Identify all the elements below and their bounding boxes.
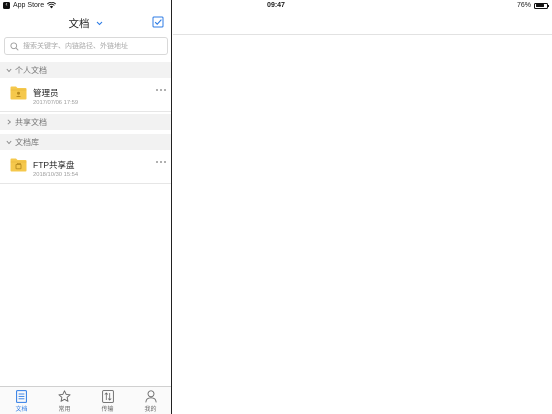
item-name: FTP共享盘 [33, 160, 75, 170]
tab-label: 文档 [15, 407, 28, 413]
section-shared-docs[interactable]: 共享文档 [0, 114, 171, 130]
document-icon [16, 390, 27, 403]
tab-label: 我的 [144, 407, 157, 413]
more-icon[interactable] [155, 86, 167, 94]
user-folder-icon [10, 86, 27, 100]
nav-title: 文档 [68, 18, 90, 30]
item-name: 管理员 [33, 88, 59, 98]
chevron-down-icon [97, 21, 103, 26]
more-icon[interactable] [155, 158, 167, 166]
transfer-icon [101, 390, 114, 403]
detail-pane [173, 0, 552, 414]
search-box[interactable] [4, 37, 168, 55]
battery-icon [534, 2, 549, 9]
star-icon [58, 390, 71, 402]
chevron-down-icon [6, 140, 12, 144]
status-bar: ‹ App Store 09:47 76% [0, 0, 552, 12]
section-library[interactable]: 文档库 [0, 134, 171, 150]
section-label: 文档库 [15, 137, 39, 147]
section-label: 个人文档 [15, 65, 47, 75]
tab-label: 常用 [58, 407, 71, 413]
tab-documents[interactable]: 文档 [0, 390, 43, 413]
person-icon [144, 390, 157, 403]
search-input[interactable] [23, 40, 163, 52]
chevron-right-icon [7, 119, 12, 125]
item-time: 2017/07/06 17:59 [33, 100, 79, 106]
tab-transfer[interactable]: 传输 [86, 390, 129, 413]
clock: 09:47 [267, 2, 285, 9]
detail-nav-divider [173, 34, 552, 35]
document-sidebar: 文档 个人文档 管理员 2017/07/06 17:59 [0, 0, 172, 414]
item-time: 2018/10/30 15:54 [33, 172, 79, 178]
shared-folder-icon [10, 158, 27, 172]
search-icon [10, 42, 19, 51]
tab-mine[interactable]: 我的 [129, 390, 172, 413]
nav-bar: 文档 [0, 12, 172, 34]
list-item-admin[interactable]: 管理员 2017/07/06 17:59 [0, 80, 171, 112]
battery-status: 76% [516, 2, 549, 9]
list-item-ftp[interactable]: FTP共享盘 2018/10/30 15:54 [0, 152, 171, 184]
tab-label: 传输 [101, 407, 114, 413]
multi-select-icon[interactable] [152, 16, 164, 28]
battery-percent: 76% [516, 2, 531, 9]
tab-favorites[interactable]: 常用 [43, 390, 86, 413]
chevron-down-icon [6, 68, 12, 72]
section-personal-docs[interactable]: 个人文档 [0, 62, 171, 78]
section-label: 共享文档 [15, 117, 47, 127]
tab-bar: 文档 常用 传输 我的 [0, 386, 171, 414]
nav-title-dropdown[interactable]: 文档 [0, 16, 172, 31]
